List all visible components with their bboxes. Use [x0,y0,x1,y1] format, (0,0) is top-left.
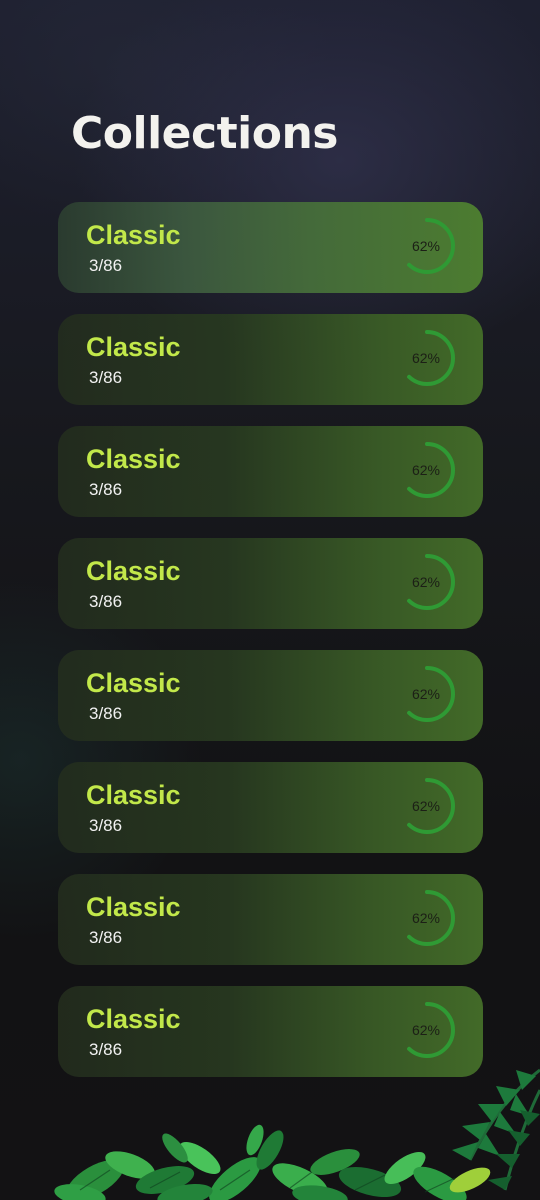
progress-label: 62% [411,686,441,702]
collection-count: 3/86 [89,480,123,499]
collection-card[interactable]: Classic 3/86 62% [58,314,483,405]
progress-ring: 62% [397,440,457,500]
progress-label: 62% [411,574,441,590]
collection-name: Classic [86,892,181,922]
progress-label: 62% [411,350,441,366]
collections-list: Classic 3/86 62% Classic 3/86 62% Classi… [58,202,483,1098]
collection-count: 3/86 [89,368,123,387]
progress-ring: 62% [397,328,457,388]
collection-count: 3/86 [89,816,123,835]
collection-name: Classic [86,668,181,698]
page-title: Collections [71,108,338,159]
progress-ring: 62% [397,664,457,724]
collection-name: Classic [86,556,181,586]
collection-name: Classic [86,220,181,250]
collection-count: 3/86 [89,592,123,611]
progress-ring: 62% [397,552,457,612]
collection-count: 3/86 [89,704,123,723]
progress-ring: 62% [397,776,457,836]
jungle-foliage-icon [0,1030,540,1200]
collection-card[interactable]: Classic 3/86 62% [58,538,483,629]
collection-card[interactable]: Classic 3/86 62% [58,650,483,741]
collection-card[interactable]: Classic 3/86 62% [58,874,483,965]
collection-card[interactable]: Classic 3/86 62% [58,762,483,853]
collection-name: Classic [86,444,181,474]
progress-label: 62% [411,910,441,926]
collection-name: Classic [86,332,181,362]
progress-label: 62% [411,238,441,254]
collection-count: 3/86 [89,256,123,275]
collection-card[interactable]: Classic 3/86 62% [58,426,483,517]
progress-label: 62% [411,462,441,478]
progress-ring: 62% [397,888,457,948]
collection-card[interactable]: Classic 3/86 62% [58,202,483,293]
progress-ring: 62% [397,216,457,276]
collection-count: 3/86 [89,928,123,947]
progress-label: 62% [411,798,441,814]
collection-name: Classic [86,780,181,810]
